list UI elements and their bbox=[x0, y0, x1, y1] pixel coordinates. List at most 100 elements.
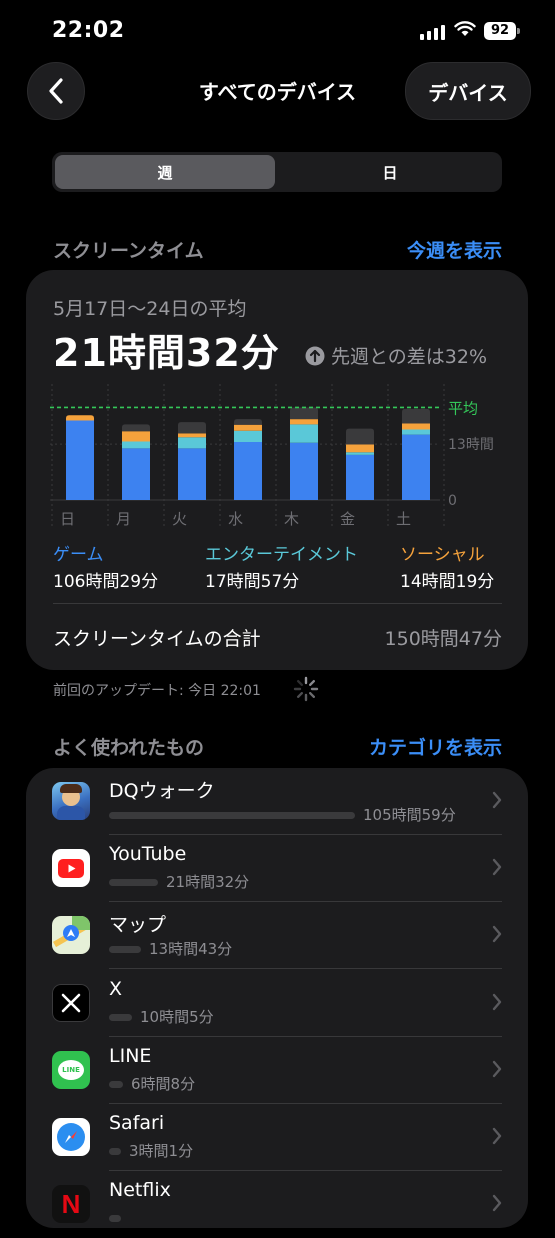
app-name: Safari bbox=[109, 1112, 165, 1134]
y-tick-label: 0 bbox=[448, 493, 457, 509]
chart-bar-segment bbox=[234, 441, 262, 500]
chart-bar-segment bbox=[122, 448, 150, 500]
category-games-value: 106時間29分 bbox=[53, 572, 159, 592]
total-value: 150時間47分 bbox=[384, 628, 502, 650]
dq-walk-icon bbox=[52, 782, 90, 820]
chart-bar-segment bbox=[346, 454, 374, 500]
chevron-right-icon bbox=[492, 791, 502, 809]
chart-bar-segment bbox=[402, 434, 430, 500]
app-row[interactable]: X 10時間5分 bbox=[26, 970, 528, 1037]
chart-bar-segment bbox=[178, 437, 206, 449]
show-this-week-link[interactable]: 今週を表示 bbox=[330, 236, 502, 263]
x-tick-label: 金 bbox=[340, 510, 355, 528]
x-tick-label: 火 bbox=[172, 510, 187, 528]
app-usage-bar bbox=[109, 879, 158, 887]
devices-button[interactable]: デバイス bbox=[405, 62, 531, 120]
chart-bar-segment bbox=[178, 422, 206, 434]
chart-bar-segment bbox=[178, 448, 206, 500]
maps-icon bbox=[52, 916, 90, 955]
chevron-right-icon bbox=[492, 926, 502, 943]
total-label: スクリーンタイムの合計 bbox=[53, 628, 261, 650]
chart-bar-segment bbox=[234, 430, 262, 442]
chart-bar-segment bbox=[346, 444, 374, 453]
loading-spinner-icon bbox=[293, 676, 319, 702]
app-usage-bar bbox=[109, 1215, 121, 1223]
app-usage-time: 13時間43分 bbox=[149, 940, 233, 959]
chart-bar-segment bbox=[178, 433, 206, 438]
screen-time-section-label: スクリーンタイム bbox=[53, 240, 204, 262]
chevron-right-icon bbox=[492, 858, 502, 876]
app-name: マップ bbox=[109, 914, 167, 937]
netflix-icon: N bbox=[52, 1185, 90, 1224]
chart-bar-segment bbox=[122, 424, 150, 432]
chart-bar-segment bbox=[66, 420, 94, 500]
x-icon bbox=[52, 983, 90, 1022]
chart-bar-segment bbox=[122, 431, 150, 442]
app-row[interactable]: DQウォーク 105時間59分 bbox=[26, 768, 528, 835]
x-tick-label: 日 bbox=[60, 510, 75, 528]
chart-bar-segment bbox=[66, 415, 94, 421]
x-tick-label: 水 bbox=[228, 510, 243, 528]
chart-bar-segment bbox=[122, 441, 150, 449]
chevron-right-icon bbox=[492, 1194, 502, 1212]
wifi-icon bbox=[454, 21, 476, 36]
chart-bar-segment bbox=[290, 407, 318, 420]
x-tick-label: 月 bbox=[116, 510, 131, 528]
app-row[interactable]: マップ 13時間43分 bbox=[26, 902, 528, 970]
average-line-label: 平均 bbox=[448, 399, 478, 417]
safari-icon bbox=[52, 1118, 90, 1156]
app-usage-bar bbox=[109, 1148, 121, 1155]
category-social-value: 14時間19分 bbox=[400, 572, 495, 592]
app-row[interactable]: N Netflix bbox=[26, 1171, 528, 1238]
app-row[interactable]: Safari 3時間1分 bbox=[26, 1104, 528, 1171]
line-icon: LINE bbox=[52, 1050, 90, 1089]
app-usage-time: 105時間59分 bbox=[363, 806, 456, 824]
app-name: LINE bbox=[109, 1044, 152, 1067]
app-usage-time: 10時間5分 bbox=[140, 1007, 214, 1026]
chart-bar-segment bbox=[402, 429, 430, 435]
segment-day[interactable]: 日 bbox=[280, 155, 500, 189]
app-name: YouTube bbox=[109, 843, 187, 866]
chart-bar-segment bbox=[402, 423, 430, 430]
chart-bar-segment bbox=[346, 428, 374, 445]
cellular-signal-icon bbox=[420, 24, 445, 40]
category-social-label: ソーシャル bbox=[400, 545, 485, 565]
x-tick-label: 木 bbox=[284, 510, 299, 528]
x-tick-label: 土 bbox=[396, 510, 411, 528]
show-categories-link[interactable]: カテゴリを表示 bbox=[330, 733, 502, 760]
most-used-section-label: よく使われたもの bbox=[53, 737, 205, 759]
last-update-text: 前回のアップデート: 今日 22:01 bbox=[53, 683, 261, 699]
status-time: 22:02 bbox=[52, 18, 125, 43]
weekly-diff-text: 先週との差は32% bbox=[331, 346, 488, 368]
app-usage-time: 21時間32分 bbox=[166, 873, 250, 892]
app-usage-bar bbox=[109, 946, 141, 954]
weekly-diff: 先週との差は32% bbox=[305, 342, 487, 369]
app-usage-time: 3時間1分 bbox=[129, 1142, 194, 1160]
arrow-up-circle-icon bbox=[305, 346, 325, 365]
app-usage-time: 6時間8分 bbox=[131, 1074, 196, 1093]
youtube-icon bbox=[52, 849, 90, 888]
daily-average: 21時間32分 bbox=[53, 331, 280, 375]
app-row[interactable]: LINE LINE 6時間8分 bbox=[26, 1037, 528, 1104]
category-entertainment-label: エンターテイメント bbox=[205, 545, 358, 565]
chevron-right-icon bbox=[492, 1127, 502, 1145]
category-games-label: ゲーム bbox=[53, 545, 104, 565]
chevron-right-icon bbox=[492, 1060, 502, 1077]
segment-week[interactable]: 週 bbox=[55, 155, 275, 189]
chevron-right-icon bbox=[492, 993, 502, 1010]
chart-bar-segment bbox=[234, 419, 262, 425]
app-name: Netflix bbox=[109, 1179, 171, 1202]
y-tick-label: 13時間 bbox=[448, 437, 494, 453]
chart-bar-segment bbox=[290, 442, 318, 500]
battery-tip bbox=[517, 28, 520, 34]
chart-bar-segment bbox=[234, 424, 262, 431]
date-range-label: 5月17日〜24日の平均 bbox=[53, 298, 247, 320]
chart-bar-segment bbox=[290, 419, 318, 425]
app-name: DQウォーク bbox=[109, 780, 215, 802]
app-row[interactable]: YouTube 21時間32分 bbox=[26, 835, 528, 903]
chart-bar-segment bbox=[402, 408, 430, 424]
usage-bar-chart: 13時間 0 日 月 火 水 木 金 土 平均 bbox=[50, 384, 494, 528]
app-usage-bar bbox=[109, 1013, 132, 1021]
chart-bar-segment bbox=[346, 452, 374, 455]
app-usage-bar bbox=[109, 812, 355, 819]
